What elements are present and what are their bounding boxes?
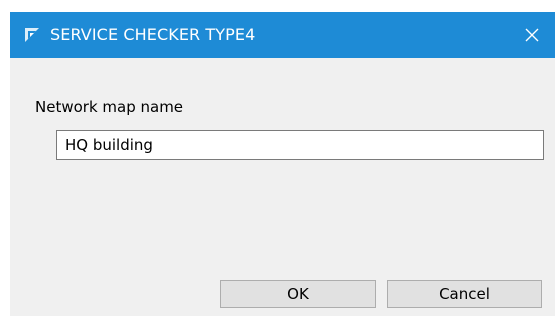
cancel-button[interactable]: Cancel xyxy=(387,280,542,308)
close-button[interactable] xyxy=(509,12,555,58)
close-icon xyxy=(525,28,539,42)
app-logo-icon xyxy=(24,27,40,43)
network-map-name-label: Network map name xyxy=(35,98,184,116)
ok-button[interactable]: OK xyxy=(220,280,376,308)
dialog-window: SERVICE CHECKER TYPE4 Network map name O… xyxy=(10,12,555,316)
title-bar: SERVICE CHECKER TYPE4 xyxy=(10,12,555,58)
window-title: SERVICE CHECKER TYPE4 xyxy=(50,25,256,44)
network-map-name-input[interactable] xyxy=(56,130,544,160)
dialog-content: Network map name OK Cancel xyxy=(10,58,555,316)
